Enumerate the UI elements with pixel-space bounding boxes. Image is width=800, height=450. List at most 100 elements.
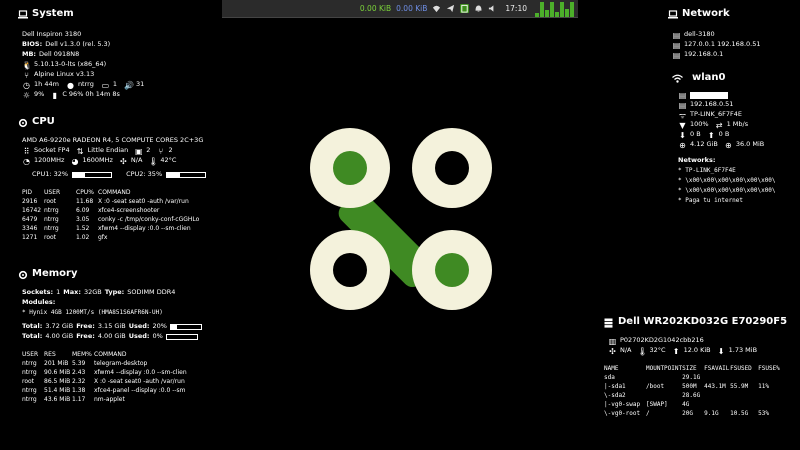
disk-column-header: SIZE (682, 364, 697, 372)
network-local-ips: ▤ 127.0.0.1 192.168.0.51 (672, 40, 761, 50)
memory-header: Memory (18, 268, 218, 280)
speaker-icon: 🔊 (124, 80, 134, 90)
networks-label: Networks: (678, 156, 716, 165)
mem-column-header: COMMAND (94, 350, 127, 358)
table-cell (758, 400, 780, 409)
telegram-icon[interactable] (446, 4, 455, 13)
laptop-icon (18, 9, 28, 19)
table-row: \-vg0-root / 20G 9.1G 10.5G 53% (604, 409, 780, 418)
swap-bar (165, 334, 198, 340)
table-cell: telegram-desktop (94, 359, 148, 367)
cpu-process-table: PID USER CPU% COMMAND 2916 root 11.68 X :0 -se… (22, 188, 218, 242)
network-title: Network (682, 8, 730, 19)
wlan-header: wlan0 (672, 72, 800, 84)
wlan-totals: ⊕ 4.12 GiB ⊕ 36.0 MiB (679, 140, 765, 150)
disk-serial: ▥ P02702KD2G1042cbb216 (608, 336, 704, 346)
wlan-signal: ▼ 100% ⇄ 1 Mb/s (679, 120, 749, 130)
brightness-icon: ☼ (22, 90, 31, 100)
memory-sockets: Sockets: 1 Max: 32GB Type: SODIMM DDR4 (22, 288, 176, 297)
table-cell: 11% (758, 382, 769, 390)
network-list-item: * Paga tu internet (678, 197, 744, 205)
table-cell: \-vg0-root (604, 409, 641, 417)
table-row: \-sda2 28.6G (604, 391, 780, 400)
cpu2-bar (166, 172, 207, 178)
load-graph-bar (550, 2, 554, 17)
upload-arrow-icon: ⬆ (707, 130, 715, 140)
load-graph-bar (565, 8, 569, 17)
table-cell (646, 391, 682, 400)
ram-bar (169, 324, 202, 330)
table-cell: 4G (682, 400, 690, 408)
table-cell: xfwm4 --display :0.0 --sm-clien (98, 224, 191, 232)
logo-hole-top-left (333, 151, 367, 185)
signal-icon: ▼ (679, 120, 686, 130)
system-kernel: 🐧 5.10.13-0-lts (x86_64) (22, 60, 107, 70)
table-row: 6479 ntrrg 3.05 conky -c /tmp/conky-conf-cG… (22, 215, 218, 224)
wifi-signal-icon (672, 74, 683, 83)
table-cell: ntrrg (22, 395, 37, 403)
disk-partition-table: NAME MOUNTPOINT SIZE FSAVAIL FSUSED FSUSE% sd… (604, 364, 780, 418)
clock[interactable]: 17:10 (505, 4, 527, 13)
system-section: System Dell Inspiron 3180 BIOS: Dell v1.3… (18, 8, 218, 100)
table-cell: ntrrg (44, 224, 59, 232)
clipboard-icon[interactable] (460, 4, 470, 13)
table-cell (730, 373, 758, 382)
clock-icon: ◷ (23, 80, 30, 90)
table-cell (758, 373, 780, 382)
ip-icon: ▤ (672, 40, 681, 50)
disk-header: Dell WR202KD032G E70290F5 (604, 316, 800, 328)
load-graph-bar (570, 2, 574, 17)
cpu1-label: CPU1: 32% (32, 170, 69, 179)
net-download-rate: 0.00 KiB (359, 4, 392, 13)
memory-section: Memory Sockets: 1 Max: 32GB Type: SODIMM DD… (18, 268, 218, 404)
cpu-column-header: PID (22, 188, 33, 196)
disk-temp-icon: 🌡 (637, 346, 648, 356)
cpu-section: CPU AMD A6-9220e RADEON R4, 5 COMPUTE CO… (18, 116, 218, 242)
table-row: root 86.5 MiB 2.32 X :0 -seat seat0 -auth /… (22, 377, 214, 386)
table-row: 1271 root 1.02 gfx (22, 233, 218, 242)
bell-icon[interactable] (474, 4, 483, 13)
disk-read-icon: ⬆ (672, 346, 680, 356)
table-cell: 6479 (22, 215, 38, 223)
table-row: 16742 ntrrg 6.09 xfce4-screenshooter (22, 206, 218, 215)
table-cell: 9.1G (704, 409, 719, 417)
table-cell: 5.39 (72, 359, 86, 367)
table-cell: root (44, 197, 57, 205)
cpu-column-header: CPU% (76, 188, 94, 196)
storage-icon (604, 318, 613, 328)
table-cell: 51.4 MiB (44, 386, 71, 394)
load-graph-bar (555, 11, 559, 17)
table-cell: 90.6 MiB (44, 368, 71, 376)
download-arrow-icon: ⬇ (679, 130, 686, 140)
table-cell: xfce4-panel --display :0.0 --sm (94, 386, 186, 394)
table-cell: |-sda1 (604, 382, 626, 390)
logo-hole-bottom-right (435, 253, 469, 287)
cpu-column-header: COMMAND (98, 188, 131, 196)
ram-usage: Total: 3.72 GiB Free: 3.15 GiB Used: 20% (22, 322, 218, 332)
load-graph-bar (540, 2, 544, 17)
network-computer-icon (668, 9, 678, 19)
table-cell (704, 400, 730, 409)
table-cell: 1.17 (72, 395, 86, 403)
host-icon: ▤ (672, 30, 681, 40)
table-cell: 1.02 (76, 233, 90, 241)
table-cell (758, 391, 780, 400)
battery-icon: ▮ (52, 90, 58, 100)
table-cell: 443.1M (704, 382, 726, 390)
memory-icon (18, 270, 28, 279)
git-branch-icon: ⑂ (24, 70, 29, 80)
thermometer-icon: 🌡 (148, 156, 159, 166)
distro-logo (310, 128, 492, 310)
load-graph-bar (560, 2, 564, 17)
table-cell: 1271 (22, 233, 38, 241)
ssid-icon: ᯤ (678, 110, 687, 120)
volume-icon[interactable] (488, 4, 497, 13)
mac-redacted-block (690, 91, 728, 99)
table-cell: 16742 (22, 206, 42, 214)
disk-title: Dell WR202KD032G E70290F5 (618, 316, 788, 327)
fan-icon: ✣ (120, 156, 127, 166)
table-row: ntrrg 90.6 MiB 2.43 xfwm4 --display :0.0 --… (22, 368, 214, 377)
disk-column-header: FSAVAIL (704, 364, 730, 372)
wifi-icon[interactable] (432, 4, 441, 13)
table-cell: 43.6 MiB (44, 395, 71, 403)
